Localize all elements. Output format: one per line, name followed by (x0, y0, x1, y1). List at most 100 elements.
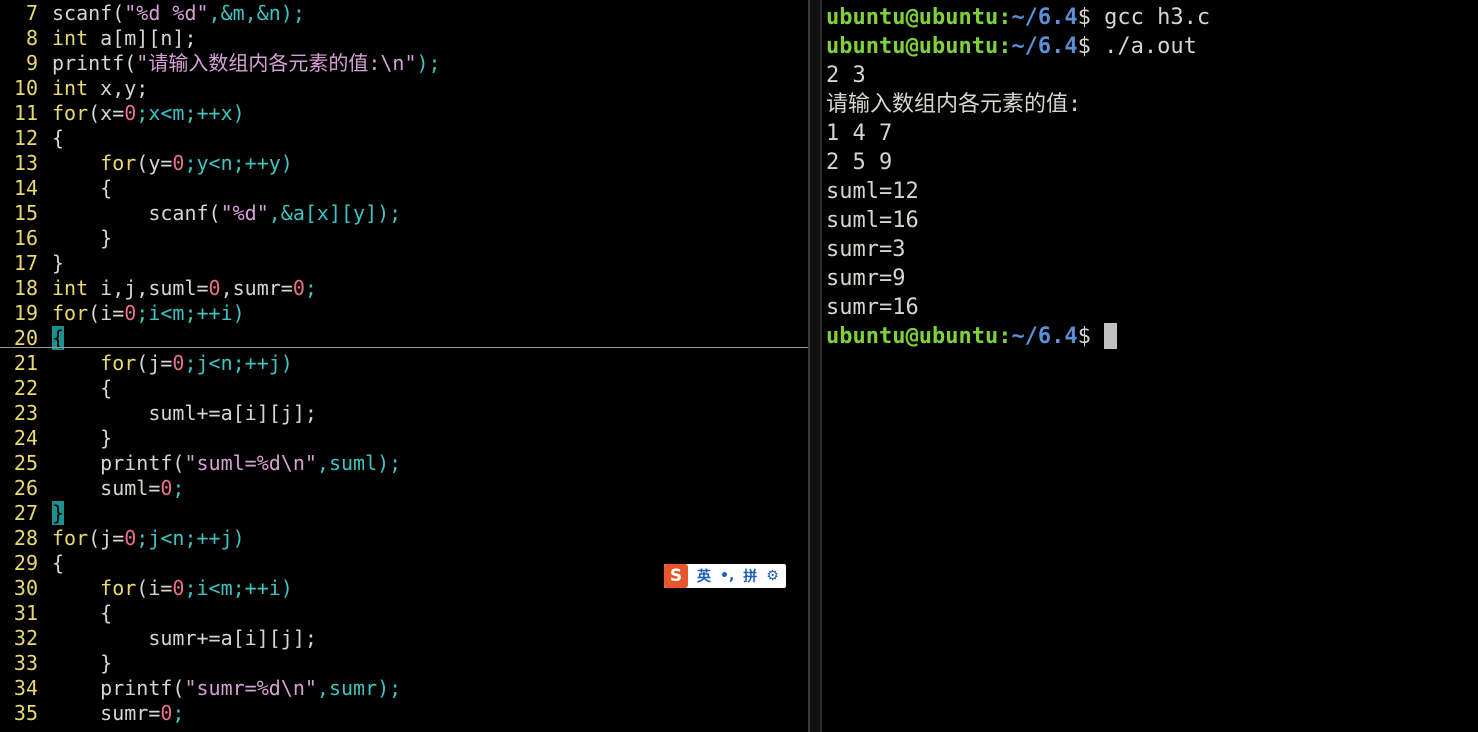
terminal-line: 请输入数组内各元素的值: (826, 90, 1081, 119)
code-line[interactable]: 16 } (0, 226, 808, 251)
code-token: } (52, 651, 113, 675)
line-number: 10 (13, 76, 38, 100)
code-token: } (52, 426, 113, 450)
terminal-pane[interactable]: ubuntu@ubuntu:~/6.4$ gcc h3.c ubuntu@ubun… (824, 0, 1478, 732)
code-token: suml+=a[i][j]; (52, 401, 317, 425)
code-line[interactable]: 31 { (0, 601, 808, 626)
line-number: 35 (13, 701, 38, 725)
code-line[interactable]: 34 printf("sumr=%d\n",sumr); (0, 676, 808, 701)
gear-icon[interactable]: ⚙ (766, 568, 779, 584)
terminal-line: sumr=9 (826, 264, 905, 293)
code-token: "sumr=%d\n" (184, 676, 317, 700)
ime-mode-toggle[interactable]: 英 (697, 566, 711, 586)
code-token: } (52, 251, 65, 275)
code-token: ;x<m;++x) (136, 101, 245, 125)
line-number: 18 (13, 276, 38, 300)
code-token: a[m][n]; (88, 26, 197, 50)
terminal-output: 2 3 (826, 63, 866, 88)
line-number: 24 (13, 426, 38, 450)
code-token: ,sumr); (316, 676, 402, 700)
terminal-command: gcc h3.c (1090, 5, 1211, 30)
code-line[interactable]: 12 { (0, 126, 808, 151)
line-number: 11 (13, 101, 38, 125)
code-token: { (52, 376, 113, 400)
code-token: } (52, 501, 65, 525)
line-number: 21 (13, 351, 38, 375)
code-token: for (52, 301, 89, 325)
code-line[interactable]: 8 int a[m][n]; (0, 26, 808, 51)
code-line[interactable]: 27} (0, 501, 808, 526)
code-line[interactable]: 11 for(x=0;x<m;++x) (0, 101, 808, 126)
code-token: 0 (292, 276, 305, 300)
code-token: ,sumr= (220, 276, 293, 300)
terminal-line: suml=12 (826, 177, 919, 206)
code-line[interactable]: 17} (0, 251, 808, 276)
code-token: for (52, 351, 137, 375)
code-token: (x= (88, 101, 125, 125)
code-line[interactable]: 26 suml=0; (0, 476, 808, 501)
ime-toolbar[interactable]: S 英 •, 拼 ⚙ (664, 564, 786, 588)
code-token: i,j,suml= (88, 276, 209, 300)
code-token: int (52, 26, 89, 50)
vim-editor-pane[interactable]: 7 scanf("%d %d",&m,&n); 8 int a[m][n]; 9 prin… (0, 0, 808, 732)
code-token: "%d %d" (124, 1, 209, 25)
terminal-output: sumr=9 (826, 266, 906, 291)
code-text: sumr+=a[i][j]; (52, 626, 317, 651)
code-token: "请输入数组内各元素的值:\n" (136, 51, 417, 75)
code-token: 0 (124, 301, 137, 325)
code-line[interactable]: 14 { (0, 176, 808, 201)
line-number: 22 (13, 376, 38, 400)
line-number: 28 (13, 526, 38, 550)
code-line[interactable]: 9 printf("请输入数组内各元素的值:\n"); (0, 51, 808, 76)
code-line[interactable]: 24 } (0, 426, 808, 451)
terminal-line: 1 4 7 (826, 119, 892, 148)
prompt-separator: : (998, 324, 1012, 349)
code-text: suml=0; (52, 476, 184, 501)
sogou-logo-icon[interactable]: S (664, 564, 688, 588)
code-token: ,suml); (316, 451, 402, 475)
code-line[interactable]: 32 sumr+=a[i][j]; (0, 626, 808, 651)
code-token: } (52, 226, 113, 250)
code-line[interactable]: 23 suml+=a[i][j]; (0, 401, 808, 426)
code-text: sumr=0; (52, 701, 184, 726)
code-line[interactable]: 13 for(y=0;y<n;++y) (0, 151, 808, 176)
terminal-output: 1 4 7 (826, 121, 893, 146)
ime-input-toggle[interactable]: 拼 (743, 566, 757, 586)
code-token: printf( (52, 451, 185, 475)
pane-divider[interactable] (808, 0, 822, 732)
code-line[interactable]: 10 int x,y; (0, 76, 808, 101)
code-line[interactable]: 25 printf("suml=%d\n",suml); (0, 451, 808, 476)
line-number: 33 (13, 651, 38, 675)
code-token: (i= (136, 576, 173, 600)
terminal-output: sumr=16 (826, 295, 919, 320)
code-text: suml+=a[i][j]; (52, 401, 317, 426)
code-token: ; (304, 276, 317, 300)
code-token: scanf( (52, 1, 125, 25)
ime-punct-toggle[interactable]: •, (720, 568, 734, 584)
code-text: } (52, 226, 112, 251)
prompt-separator: : (998, 5, 1012, 30)
code-text: int i,j,suml=0,sumr=0; (52, 276, 317, 301)
code-line[interactable]: 33 } (0, 651, 808, 676)
line-number: 12 (13, 126, 38, 150)
prompt-path: ~/6.4 (1011, 34, 1078, 59)
code-text: } (52, 426, 112, 451)
code-text: for(i=0;i<m;++i) (52, 301, 245, 326)
code-line[interactable]: 15 scanf("%d",&a[x][y]); (0, 201, 808, 226)
code-token: 0 (160, 476, 173, 500)
code-token: 0 (124, 526, 137, 550)
terminal-output: 2 5 9 (826, 150, 893, 175)
code-line[interactable]: 28 for(j=0;j<n;++j) (0, 526, 808, 551)
code-line[interactable]: 7 scanf("%d %d",&m,&n); (0, 1, 808, 26)
code-token: (i= (88, 301, 125, 325)
code-line[interactable]: 22 { (0, 376, 808, 401)
code-line[interactable]: 19 for(i=0;i<m;++i) (0, 301, 808, 326)
terminal-output: 请输入数组内各元素的值: (826, 92, 1082, 117)
code-line[interactable]: 21 for(j=0;j<n;++j) (0, 351, 808, 376)
code-line[interactable]: 18 int i,j,suml=0,sumr=0; (0, 276, 808, 301)
terminal-line: ubuntu@ubuntu:~/6.4$ gcc h3.c (826, 3, 1210, 32)
code-token: for (52, 526, 89, 550)
code-line[interactable]: 35 sumr=0; (0, 701, 808, 726)
terminal-output: suml=16 (826, 208, 919, 233)
code-token: (j= (136, 351, 173, 375)
